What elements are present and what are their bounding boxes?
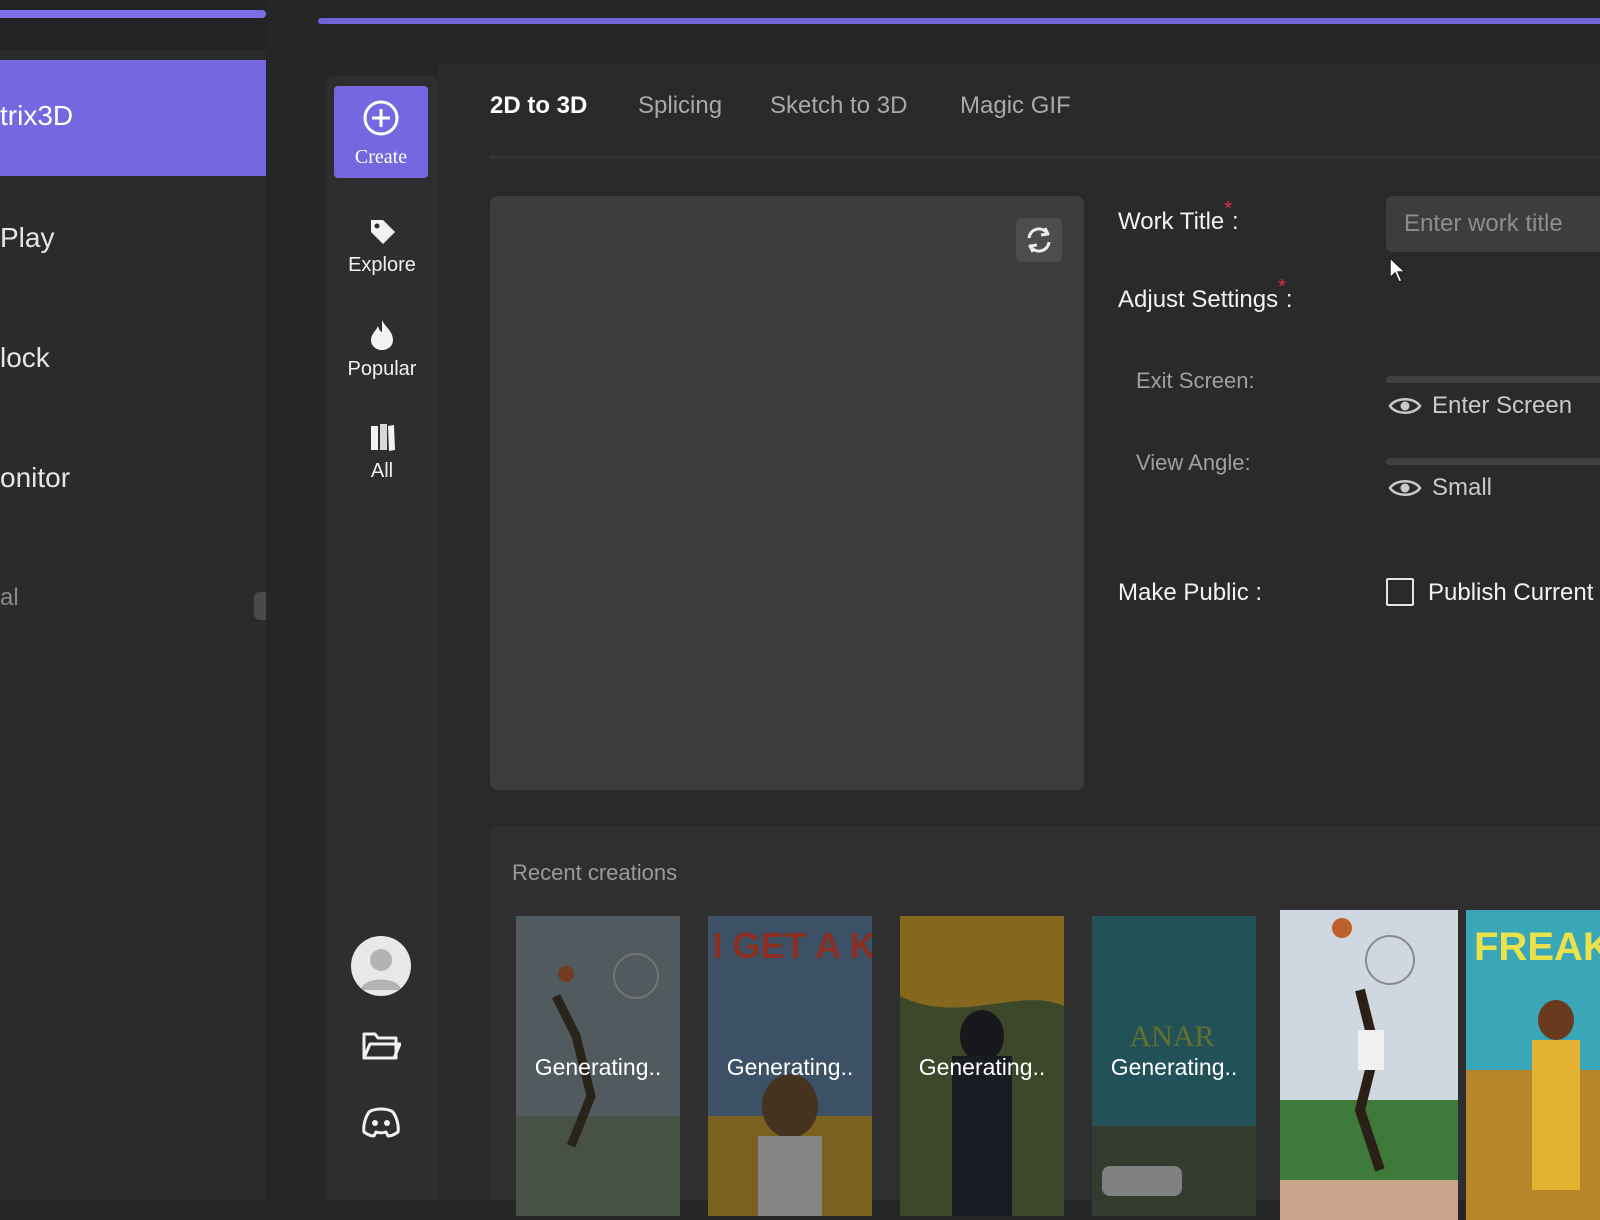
publish-label[interactable]: Publish Current	[1428, 579, 1593, 607]
thumbnail-image	[1280, 910, 1458, 1220]
exit-screen-option[interactable]: Enter Screen	[1388, 390, 1572, 422]
card-status: Generating..	[918, 1054, 1046, 1080]
rail-item-all[interactable]: All	[326, 420, 438, 483]
view-angle-text: View Angle	[1136, 450, 1245, 475]
plus-circle-icon	[363, 100, 399, 136]
work-title-input[interactable]	[1386, 196, 1600, 252]
work-title-label: Work Title*:	[1118, 198, 1239, 236]
label-colon: :	[1232, 208, 1239, 235]
exit-screen-value: Enter Screen	[1432, 392, 1573, 419]
folder-icon[interactable]	[361, 1028, 401, 1062]
left-sidebar: trix3D Play lock onitor al	[0, 0, 266, 1200]
card-status: Generating..	[1110, 1054, 1238, 1080]
recent-creations-panel: Recent creations Generating.. CAN I GET …	[490, 826, 1600, 1220]
left-nav-item-al[interactable]: al	[0, 584, 19, 612]
left-topbar	[0, 0, 266, 50]
view-angle-value: Small	[1432, 474, 1493, 501]
thumbnail-image: FREAK	[1466, 910, 1600, 1220]
create-label: Create	[354, 146, 408, 168]
adjust-settings-text: Adjust Settings	[1118, 286, 1279, 313]
tab-sketch-to-3d[interactable]: Sketch to 3D	[770, 92, 907, 120]
creation-card[interactable]	[1280, 910, 1458, 1220]
left-nav-item-label: trix3D	[0, 100, 74, 131]
tab-magic-gif[interactable]: Magic GIF	[960, 92, 1071, 120]
rail-item-explore[interactable]: Explore	[326, 216, 438, 277]
left-accent-bar	[0, 10, 266, 18]
icon-rail: Create Explore Popular All	[326, 76, 438, 1200]
discord-icon[interactable]	[361, 1106, 401, 1138]
creation-card[interactable]: ANAR Generating..	[1092, 916, 1256, 1216]
label-colon: :	[1285, 286, 1293, 313]
exit-screen-slider[interactable]	[1386, 376, 1600, 383]
adjust-settings-label: Adjust Settings*:	[1118, 276, 1293, 314]
tab-2d-to-3d[interactable]: 2D to 3D	[490, 92, 587, 120]
books-icon	[371, 424, 395, 451]
mouse-cursor-icon	[1389, 256, 1407, 283]
main-panel: 2D to 3D Splicing Sketch to 3D Magic GIF…	[438, 64, 1600, 1220]
work-title-text: Work Title	[1118, 208, 1225, 235]
label-colon: :	[1248, 368, 1255, 393]
view-angle-slider[interactable]	[1386, 458, 1600, 465]
rail-item-label: Explore	[348, 254, 416, 276]
recent-creations-title: Recent creations	[512, 860, 678, 885]
gutter	[266, 0, 326, 1200]
collapse-handle[interactable]	[254, 592, 266, 620]
publish-checkbox[interactable]	[1386, 578, 1414, 606]
card-status: Generating..	[534, 1054, 662, 1080]
required-mark: *	[1278, 276, 1286, 298]
upload-preview-area[interactable]	[490, 196, 1084, 790]
exit-screen-label: Exit Screen:	[1136, 368, 1255, 394]
view-angle-option[interactable]: Small	[1388, 472, 1492, 504]
refresh-button[interactable]	[1016, 218, 1062, 262]
rail-item-label: All	[370, 460, 394, 482]
rail-item-popular[interactable]: Popular	[326, 318, 438, 381]
left-nav-item-monitor[interactable]: onitor	[0, 462, 70, 494]
creation-card[interactable]: CAN I GET A KISS? Generating..	[708, 916, 872, 1216]
user-icon	[361, 949, 401, 990]
required-mark: *	[1224, 198, 1233, 220]
make-public-label: Make Public :	[1118, 579, 1263, 606]
refresh-icon	[1027, 227, 1051, 253]
label-colon: :	[1244, 450, 1251, 475]
left-nav-item-active[interactable]: trix3D	[0, 60, 266, 176]
top-progress-bar	[318, 18, 1600, 24]
left-nav-item-play[interactable]: Play	[0, 222, 54, 254]
creation-card[interactable]: FREAK	[1466, 910, 1600, 1220]
avatar[interactable]	[351, 936, 411, 996]
rail-item-label: Popular	[347, 358, 417, 380]
flame-icon	[371, 320, 393, 350]
creation-card[interactable]: Generating..	[516, 916, 680, 1216]
create-button[interactable]: Create	[334, 86, 428, 178]
tag-icon	[371, 220, 395, 244]
eye-icon	[1388, 480, 1422, 496]
left-nav-item-lock[interactable]: lock	[0, 342, 50, 374]
view-angle-label: View Angle:	[1136, 450, 1251, 476]
poster-text: FREAK	[1474, 925, 1600, 969]
tabs-divider	[490, 156, 1600, 159]
creation-card[interactable]: Generating..	[900, 916, 1064, 1216]
top-bar	[318, 0, 1600, 64]
card-status: Generating..	[726, 1054, 854, 1080]
eye-icon	[1388, 398, 1422, 414]
exit-screen-text: Exit Screen	[1136, 368, 1249, 393]
tab-splicing[interactable]: Splicing	[638, 92, 722, 120]
